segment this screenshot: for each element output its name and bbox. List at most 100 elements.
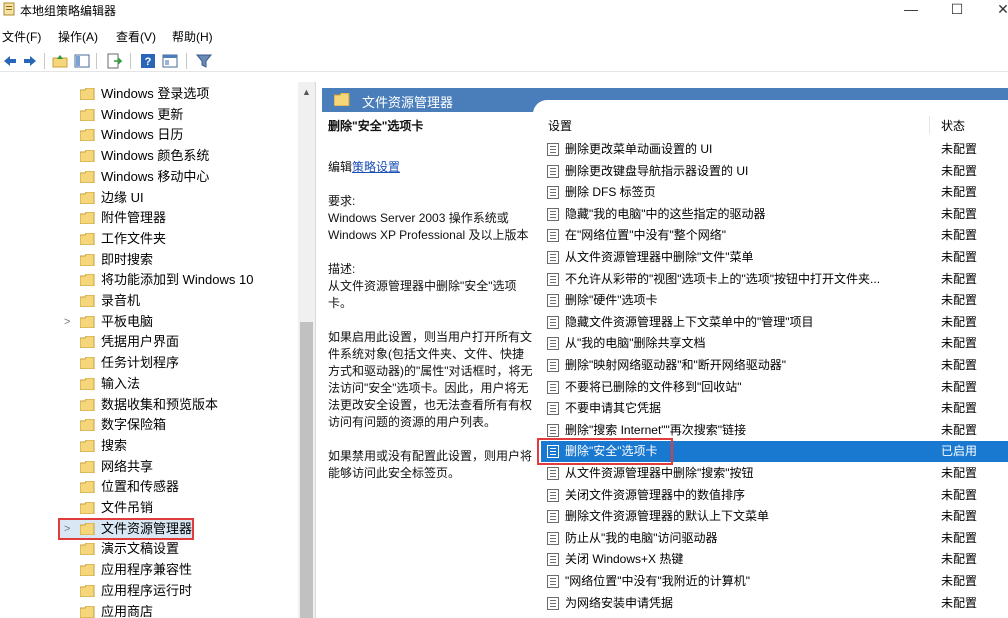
setting-row[interactable]: 在"网络位置"中没有"整个网络" 未配置 [541, 225, 1008, 246]
svg-text:?: ? [145, 56, 152, 68]
tree-item[interactable]: 凭据用户界面 [0, 332, 298, 352]
description-title: 删除"安全"选项卡 [328, 119, 424, 133]
menu-help[interactable]: 帮助(H) [172, 28, 213, 45]
setting-row[interactable]: 不要将已删除的文件移到"回收站" 未配置 [541, 377, 1008, 398]
tree-item-label: 边缘 UI [101, 189, 144, 205]
maximize-button[interactable]: ☐ [934, 0, 980, 20]
policy-setting-icon [547, 359, 559, 372]
tree-item-label: 附件管理器 [101, 210, 167, 226]
scroll-up-arrow-icon[interactable]: ▲ [298, 86, 315, 98]
tree-item[interactable]: > 文件资源管理器 [0, 517, 298, 540]
folder-icon [334, 93, 350, 106]
show-hide-tree-icon[interactable] [74, 53, 90, 69]
menu-file[interactable]: 文件(F) [2, 28, 41, 45]
tree-item[interactable]: 任务计划程序 [0, 353, 298, 373]
setting-row[interactable]: 从"我的电脑"删除共享文档 未配置 [541, 333, 1008, 354]
edit-prefix: 编辑 [328, 160, 353, 174]
tree-item[interactable]: 搜索 [0, 436, 298, 456]
column-header-setting[interactable]: 设置 [548, 117, 572, 134]
setting-status: 未配置 [941, 185, 978, 200]
tree-item[interactable]: Windows 颜色系统 [0, 146, 298, 166]
setting-row[interactable]: 删除 DFS 标签页 未配置 [541, 182, 1008, 203]
folder-icon [80, 315, 95, 328]
tree-item[interactable]: 工作文件夹 [0, 229, 298, 249]
folder-icon [80, 212, 95, 225]
edit-policy-link[interactable]: 策略设置 [352, 160, 400, 174]
setting-row[interactable]: 不要申请其它凭据 未配置 [541, 398, 1008, 419]
setting-row[interactable]: 删除"映射网络驱动器"和"断开网络驱动器" 未配置 [541, 355, 1008, 376]
tree-item[interactable]: Windows 登录选项 [0, 84, 298, 104]
tree-item[interactable]: 数字保险箱 [0, 415, 298, 435]
policy-setting-icon [547, 488, 559, 502]
menu-action[interactable]: 操作(A) [58, 28, 98, 45]
tree-item[interactable]: 即时搜索 [0, 250, 298, 270]
folder-icon [80, 439, 95, 452]
tree-scrollbar[interactable]: ▲ [298, 82, 315, 618]
setting-row[interactable]: 删除文件资源管理器的默认上下文菜单 未配置 [541, 506, 1008, 527]
setting-row[interactable]: 删除更改键盘导航指示器设置的 UI 未配置 [541, 161, 1008, 182]
column-header-status[interactable]: 状态 [941, 117, 965, 134]
up-folder-icon[interactable] [52, 53, 68, 69]
tree-item[interactable]: 文件吊销 [0, 498, 298, 518]
export-list-icon[interactable] [106, 53, 122, 69]
tree-item[interactable]: 应用商店 [0, 602, 298, 618]
tree-item[interactable]: 输入法 [0, 374, 298, 394]
expand-arrow-icon[interactable]: > [64, 519, 70, 539]
setting-name: 不要申请其它凭据 [565, 401, 662, 416]
scroll-thumb[interactable] [300, 322, 313, 618]
policy-description: 删除"安全"选项卡 编辑策略设置 要求: Windows Server 2003… [328, 118, 533, 482]
description-text: 从文件资源管理器中删除"安全"选项卡。 [328, 279, 517, 310]
tree-item[interactable]: 附件管理器 [0, 208, 298, 228]
tree-item[interactable]: 位置和传感器 [0, 477, 298, 497]
setting-row[interactable]: 删除"硬件"选项卡 未配置 [541, 290, 1008, 311]
tree-item[interactable]: 演示文稿设置 [0, 539, 298, 559]
setting-row[interactable]: 防止从"我的电脑"访问驱动器 未配置 [541, 528, 1008, 549]
help-icon[interactable]: ? [140, 53, 156, 69]
setting-name: 从"我的电脑"删除共享文档 [565, 336, 706, 351]
expand-arrow-icon[interactable]: > [64, 312, 70, 332]
tree-item[interactable]: 网络共享 [0, 457, 298, 477]
filter-icon[interactable] [196, 53, 212, 69]
setting-row[interactable]: 隐藏文件资源管理器上下文菜单中的"管理"项目 未配置 [541, 312, 1008, 333]
setting-row[interactable]: 从文件资源管理器中删除"文件"菜单 未配置 [541, 247, 1008, 268]
setting-row[interactable]: 为网络安装申请凭据 未配置 [541, 593, 1008, 614]
column-separator[interactable] [929, 116, 930, 134]
folder-icon [80, 481, 95, 494]
setting-row[interactable]: 关闭文件资源管理器中的数值排序 未配置 [541, 485, 1008, 506]
tree-item[interactable]: Windows 移动中心 [0, 167, 298, 187]
setting-row[interactable]: 不允许从彩带的"视图"选项卡上的"选项"按钮中打开文件夹... 未配置 [541, 269, 1008, 290]
menu-view[interactable]: 查看(V) [116, 28, 156, 45]
folder-icon [80, 88, 95, 100]
tree-item[interactable]: > 平板电脑 [0, 312, 298, 332]
tree-item[interactable]: Windows 日历 [0, 125, 298, 145]
folder-icon [80, 398, 95, 411]
setting-row[interactable]: 删除更改菜单动画设置的 UI 未配置 [541, 139, 1008, 160]
tree-item[interactable]: 应用程序运行时 [0, 581, 298, 601]
setting-row[interactable]: 隐藏"我的电脑"中的这些指定的驱动器 未配置 [541, 204, 1008, 225]
close-button[interactable]: ✕ [980, 0, 1008, 20]
setting-row[interactable]: 从文件资源管理器中删除"搜索"按钮 未配置 [541, 463, 1008, 484]
tree-item[interactable]: 将功能添加到 Windows 10 [0, 270, 298, 290]
setting-name: 删除"硬件"选项卡 [565, 293, 658, 308]
policy-setting-icon [547, 423, 559, 437]
setting-row[interactable]: 关闭 Windows+X 热键 未配置 [541, 549, 1008, 570]
tree-item[interactable]: 应用程序兼容性 [0, 560, 298, 580]
setting-name: 删除 DFS 标签页 [565, 185, 656, 200]
policy-setting-icon [547, 143, 559, 156]
back-icon[interactable] [2, 53, 18, 69]
tree-item[interactable]: 边缘 UI [0, 188, 298, 208]
properties-icon[interactable] [162, 53, 178, 69]
tree-item-label: 任务计划程序 [101, 355, 180, 371]
minimize-button[interactable]: — [888, 0, 934, 20]
forward-icon[interactable] [22, 53, 38, 69]
policy-setting-icon [547, 531, 559, 545]
menu-bar: 文件(F) 操作(A) 查看(V) 帮助(H) [0, 26, 1008, 46]
folder-icon [80, 522, 95, 535]
setting-row[interactable]: 删除"安全"选项卡 已启用 [537, 438, 1008, 466]
setting-status: 未配置 [941, 293, 978, 308]
setting-row[interactable]: "网络位置"中没有"我附近的计算机" 未配置 [541, 571, 1008, 592]
tree-item[interactable]: Windows 更新 [0, 105, 298, 125]
enabled-explanation: 如果启用此设置，则当用户打开所有文件系统对象(包括文件夹、文件、快捷方式和驱动器… [328, 330, 533, 429]
tree-item[interactable]: 录音机 [0, 291, 298, 311]
tree-item[interactable]: 数据收集和预览版本 [0, 395, 298, 415]
